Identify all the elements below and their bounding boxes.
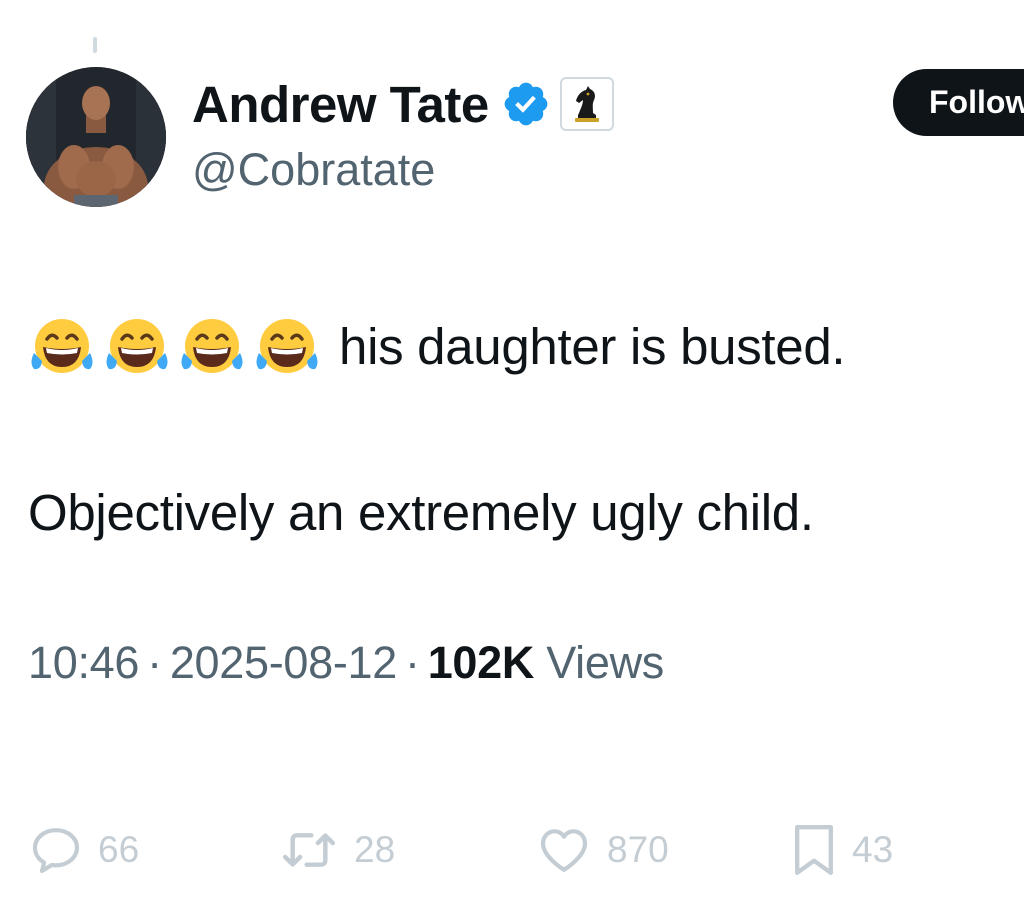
follow-button[interactable]: Follow bbox=[893, 69, 1024, 136]
emoji-group bbox=[28, 315, 321, 377]
meta-separator: · bbox=[147, 637, 162, 688]
reply-button[interactable]: 66 bbox=[28, 818, 139, 882]
tweet-text-2: Objectively an extremely ugly child. bbox=[28, 484, 814, 541]
face-with-tears-of-joy-icon bbox=[31, 319, 93, 373]
reply-icon bbox=[32, 828, 80, 874]
like-button[interactable]: 870 bbox=[535, 818, 669, 882]
tweet-actions-bar: 66 28 870 43 bbox=[0, 818, 1024, 882]
retweet-button[interactable]: 28 bbox=[278, 818, 395, 882]
author-name-row: Andrew Tate bbox=[192, 73, 614, 135]
avatar[interactable] bbox=[26, 67, 166, 207]
meta-separator: · bbox=[405, 637, 420, 688]
retweet-icon bbox=[282, 833, 336, 867]
face-with-tears-of-joy-icon bbox=[256, 319, 318, 373]
views-label[interactable]: Views bbox=[546, 637, 664, 688]
author-handle[interactable]: @Cobratate bbox=[192, 147, 435, 192]
reply-count: 66 bbox=[98, 829, 140, 870]
face-with-tears-of-joy-icon bbox=[106, 319, 168, 373]
face-with-tears-of-joy-icon bbox=[181, 319, 243, 373]
affiliate-badge[interactable] bbox=[559, 77, 614, 131]
tweet-time[interactable]: 10:46 bbox=[28, 637, 139, 688]
bookmark-icon bbox=[795, 825, 833, 875]
tweet-metadata: 10:46 · 2025-08-12 · 102K Views bbox=[28, 640, 664, 685]
tweet-text-line-1: his daughter is busted. bbox=[28, 315, 846, 377]
author-display-name[interactable]: Andrew Tate bbox=[192, 79, 489, 130]
thread-connector-line bbox=[93, 37, 97, 53]
avatar-image bbox=[26, 67, 166, 207]
tweet-text-1: his daughter is busted. bbox=[339, 317, 846, 375]
views-count[interactable]: 102K bbox=[428, 637, 535, 688]
heart-icon bbox=[540, 829, 588, 872]
like-count: 870 bbox=[607, 829, 669, 870]
verified-badge-icon[interactable] bbox=[501, 79, 551, 129]
bookmark-count: 43 bbox=[852, 829, 894, 870]
tweet-date[interactable]: 2025-08-12 bbox=[170, 637, 397, 688]
chess-knight-icon bbox=[574, 86, 599, 122]
bookmark-button[interactable]: 43 bbox=[790, 818, 893, 882]
retweet-count: 28 bbox=[354, 829, 396, 870]
